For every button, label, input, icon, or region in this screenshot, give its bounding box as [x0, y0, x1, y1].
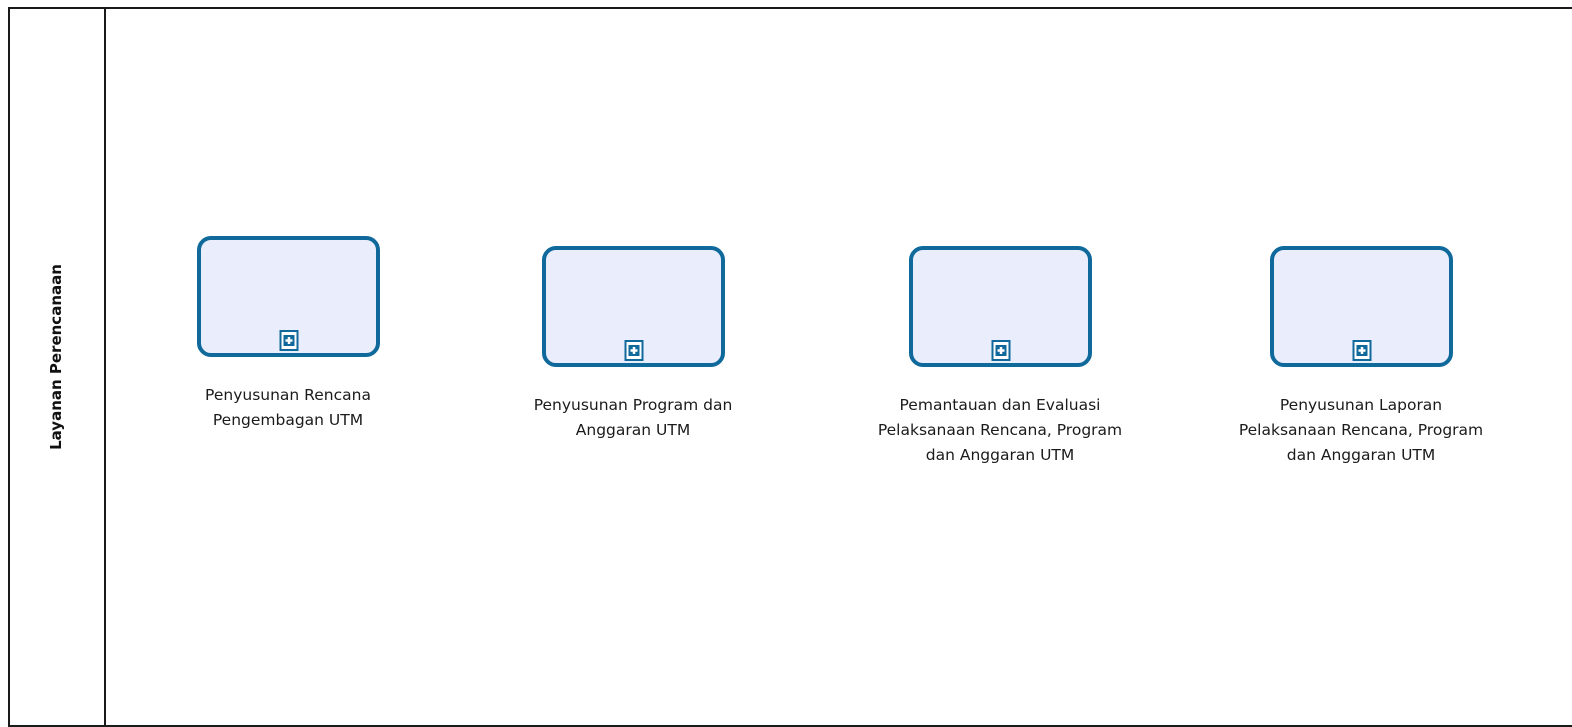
subprocess-task-4[interactable]: [1270, 246, 1453, 367]
subprocess-plus-icon[interactable]: [624, 340, 643, 361]
pool: [8, 7, 1572, 727]
task-label-2: Penyusunan Program dan Anggaran UTM: [533, 396, 733, 439]
subprocess-plus-icon[interactable]: [279, 330, 298, 351]
task-label-4: Penyusunan Laporan Pelaksanaan Rencana, …: [1238, 396, 1484, 464]
task-label-1: Penyusunan Rencana Pengembagan UTM: [205, 386, 371, 429]
subprocess-task-2[interactable]: [542, 246, 725, 367]
lane-label: Layanan Perencanaan: [47, 264, 65, 450]
subprocess-plus-icon[interactable]: [991, 340, 1010, 361]
subprocess-task-1[interactable]: [197, 236, 380, 357]
task-label-3: Pemantauan dan Evaluasi Pelaksanaan Renc…: [877, 396, 1123, 464]
subprocess-task-3[interactable]: [909, 246, 1092, 367]
subprocess-plus-icon[interactable]: [1352, 340, 1371, 361]
